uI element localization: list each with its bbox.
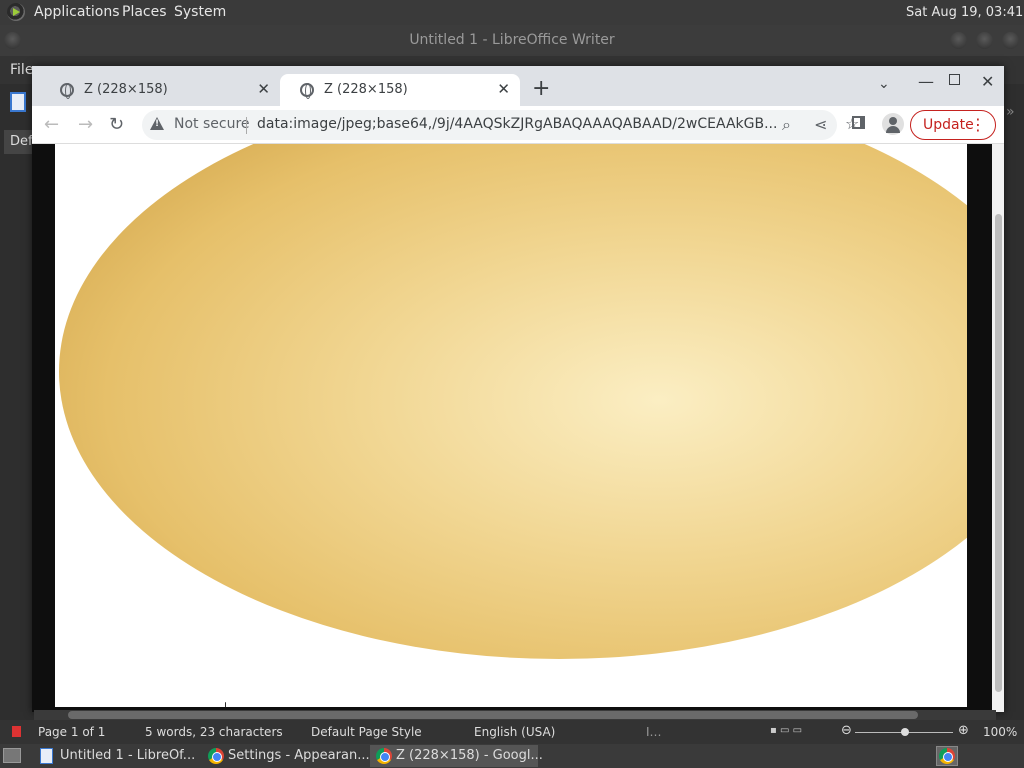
kebab-menu-icon[interactable]: ⋮ [970,115,986,134]
zoom-out-icon[interactable]: ⊖ [841,723,852,738]
taskbar-item-writer[interactable]: Untitled 1 - LibreOf... [34,745,200,767]
libreoffice-left-toolbar: Def [0,84,34,720]
omnibox-divider [246,117,247,134]
tab-title: Z (228×158) [324,82,408,97]
distro-logo-icon[interactable] [7,3,25,21]
menu-applications[interactable]: Applications [34,4,120,20]
forward-button[interactable]: → [78,114,93,135]
taskbar-item-label: Untitled 1 - LibreOf... [60,748,196,763]
panel-clock[interactable]: Sat Aug 19, 03:41 [906,5,1023,20]
page-viewport [32,144,992,712]
document-modified-icon[interactable] [12,726,21,737]
tab-image-2-active[interactable]: Z (228×158) ✕ [280,74,520,106]
taskbar-item-settings[interactable]: Settings - Appearan... [202,745,370,767]
word-count[interactable]: 5 words, 23 characters [145,725,283,739]
displayed-image[interactable] [55,144,967,707]
globe-icon [300,83,314,99]
menu-places[interactable]: Places [122,4,167,20]
zoom-magnifier-icon[interactable]: ⌕ [782,115,791,135]
scrollbar-thumb[interactable] [995,214,1002,692]
libreoffice-titlebar: Untitled 1 - LibreOffice Writer [0,25,1024,56]
reload-button[interactable]: ↻ [109,114,124,135]
zoom-slider-knob[interactable] [901,728,909,736]
taskbar-item-chrome-image[interactable]: Z (228×158) - Googl... [370,745,543,767]
horizontal-scrollbar[interactable] [34,710,996,720]
page-style[interactable]: Default Page Style [311,725,422,739]
chrome-toolbar: ← → ↻ Not secure data:image/jpeg;base64,… [32,106,1004,144]
writer-document-icon[interactable] [10,92,26,112]
libreoffice-window-title: Untitled 1 - LibreOffice Writer [409,32,615,48]
minimize-icon[interactable]: — [918,72,934,91]
view-layout-icons[interactable]: ▪ ▭ ▭ [770,725,802,736]
close-window-icon[interactable]: ✕ [981,72,994,91]
tab-image-1[interactable]: Z (228×158) ✕ [40,74,280,106]
show-desktop-icon[interactable] [3,748,21,763]
maximize-icon[interactable] [949,74,960,85]
profile-avatar-icon[interactable] [882,113,904,135]
potato-image [59,144,967,659]
update-button[interactable]: Update ⋮ [910,110,996,140]
tab-search-chevron-icon[interactable]: ⌄ [878,76,890,92]
bottom-taskbar: Untitled 1 - LibreOf... Settings - Appea… [0,744,1024,768]
paragraph-style-text: Def [10,134,33,149]
top-panel: Applications Places System Sat Aug 19, 0… [0,0,1024,25]
taskbar-item-label: Z (228×158) - Googl... [396,748,543,763]
horizontal-scrollbar-thumb[interactable] [68,711,918,719]
zoom-percent[interactable]: 100% [983,725,1017,739]
text-language[interactable]: English (USA) [474,725,555,739]
workspace-switcher[interactable] [936,746,958,766]
tab-close-icon[interactable]: ✕ [497,80,510,98]
close-ball-icon[interactable] [1002,32,1019,49]
minimize-ball-icon[interactable] [950,32,967,49]
new-tab-button[interactable]: + [532,76,550,101]
tab-title: Z (228×158) [84,82,168,97]
side-panel-icon[interactable] [852,116,865,129]
chrome-icon [376,748,392,764]
warning-icon[interactable] [150,117,164,130]
chrome-icon [939,748,955,764]
libreoffice-statusbar: Page 1 of 1 5 words, 23 characters Defau… [0,720,1024,744]
chrome-icon [208,748,224,764]
update-label: Update [923,117,974,133]
back-button[interactable]: ← [44,114,59,135]
url-text[interactable]: data:image/jpeg;base64,/9j/4AAQSkZJRgABA… [257,116,777,132]
menu-system[interactable]: System [174,4,226,20]
tab-close-icon[interactable]: ✕ [257,80,270,98]
insert-mode-indicator[interactable]: I… [646,725,662,739]
security-label[interactable]: Not secure [174,116,250,132]
menu-file[interactable]: File [10,62,33,78]
address-bar[interactable]: Not secure data:image/jpeg;base64,/9j/4A… [142,110,859,140]
taskbar-item-label: Settings - Appearan... [228,748,370,763]
share-icon[interactable]: ⋖ [814,115,827,134]
page-count[interactable]: Page 1 of 1 [38,725,105,739]
sidebar-expand-icon[interactable]: » [1006,104,1015,120]
maximize-ball-icon[interactable] [976,32,993,49]
globe-icon [60,83,74,99]
tab-strip: Z (228×158) ✕ Z (228×158) ✕ + ⌄ — ✕ [32,66,1004,106]
writer-doc-icon [40,748,53,764]
zoom-in-icon[interactable]: ⊕ [958,723,969,738]
paragraph-style-box[interactable]: Def [4,130,34,154]
chrome-window: Z (228×158) ✕ Z (228×158) ✕ + ⌄ — ✕ ← → … [32,66,1004,712]
